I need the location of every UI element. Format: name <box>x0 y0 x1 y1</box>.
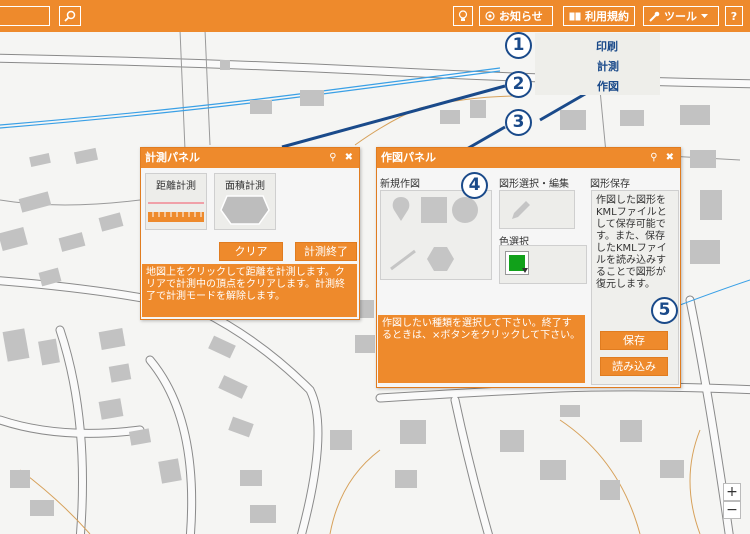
bulb-button[interactable] <box>453 6 473 26</box>
search-button[interactable] <box>59 6 81 26</box>
area-measure-tool[interactable]: 面積計測 <box>214 173 276 230</box>
edit-tool[interactable] <box>499 190 575 229</box>
help-button[interactable]: ? <box>725 6 743 26</box>
distance-measure-tool[interactable]: 距離計測 <box>145 173 207 230</box>
ruler-icon <box>148 202 204 222</box>
callout-1: 1 <box>505 32 532 59</box>
color-swatch-button[interactable] <box>505 251 529 275</box>
book-icon <box>569 12 581 20</box>
line-tool[interactable] <box>390 249 416 271</box>
notice-button[interactable]: お知らせ <box>479 6 553 26</box>
caret-down-icon <box>701 13 708 18</box>
pencil-icon <box>512 201 530 219</box>
distance-measure-label: 距離計測 <box>156 181 196 192</box>
load-button[interactable]: 読み込み <box>600 357 668 376</box>
save-info-text: 作図した図形をKMLファイルとして保存可能です。また、保存したKMLファイルを読… <box>596 195 667 290</box>
zoom-out-button[interactable]: − <box>723 501 741 519</box>
bulb-icon[interactable]: ⚲ <box>329 148 336 168</box>
tools-label: ツール <box>664 10 697 23</box>
shape-tool-grid <box>380 190 492 280</box>
menu-item-draw[interactable]: 作図 <box>597 78 619 94</box>
bulb-icon[interactable]: ⚲ <box>650 148 657 168</box>
callout-2: 2 <box>505 71 532 98</box>
menu-item-measure[interactable]: 計測 <box>597 58 619 74</box>
clear-button[interactable]: クリア <box>219 242 283 261</box>
notice-icon <box>485 11 495 21</box>
new-drawing-heading: 新規作図 <box>380 179 420 190</box>
search-icon <box>64 10 76 22</box>
circle-tool[interactable] <box>452 197 478 223</box>
bulb-icon <box>458 10 468 21</box>
measure-panel-header[interactable]: 計測パネル ⚲ ✖ <box>141 148 359 168</box>
color-picker-area <box>499 245 587 284</box>
end-measure-button[interactable]: 計測終了 <box>295 242 357 261</box>
search-input[interactable] <box>0 6 50 26</box>
draw-info-box: 作図したい種類を選択して下さい。終了するときは、×ボタンをクリックして下さい。 <box>378 315 585 383</box>
draw-panel-title: 作図パネル <box>381 151 436 164</box>
save-drawing-heading: 図形保存 <box>590 179 630 190</box>
rectangle-tool[interactable] <box>421 197 447 223</box>
point-tool[interactable] <box>392 197 410 221</box>
select-edit-heading: 図形選択・編集 <box>499 179 569 190</box>
pin-icon <box>392 197 410 221</box>
notice-label: お知らせ <box>499 10 543 23</box>
area-icon <box>220 195 270 225</box>
close-icon[interactable]: ✖ <box>666 148 674 168</box>
measure-panel-title: 計測パネル <box>145 151 200 164</box>
terms-button[interactable]: 利用規約 <box>563 6 635 26</box>
save-button[interactable]: 保存 <box>600 331 668 350</box>
tools-menu-button[interactable]: ツール <box>643 6 719 26</box>
callout-5: 5 <box>651 297 678 324</box>
polygon-tool[interactable] <box>427 247 454 271</box>
area-measure-label: 面積計測 <box>225 181 265 192</box>
terms-label: 利用規約 <box>585 10 629 23</box>
close-icon[interactable]: ✖ <box>345 148 353 168</box>
callout-4: 4 <box>461 172 488 199</box>
measure-info-box: 地図上をクリックして距離を計測します。クリアで計測中の頂点をクリアします。計測終… <box>142 264 357 317</box>
callout-3: 3 <box>505 109 532 136</box>
measure-panel: 計測パネル ⚲ ✖ 距離計測 面積計測 クリア 計測終了 地図上をクリックして距… <box>140 147 360 320</box>
triangle-down-icon <box>522 268 528 273</box>
zoom-in-button[interactable]: + <box>723 483 741 501</box>
help-icon: ? <box>730 9 738 23</box>
top-toolbar: お知らせ 利用規約 ツール ? <box>0 0 750 32</box>
draw-panel: 作図パネル ⚲ ✖ 新規作図 図形選択・編集 図形保存 色選択 作図した図形をK… <box>376 147 681 388</box>
menu-item-print[interactable]: 印刷 <box>596 38 618 54</box>
wrench-icon <box>649 11 660 22</box>
save-section: 作図した図形をKMLファイルとして保存可能です。また、保存したKMLファイルを読… <box>591 190 679 385</box>
draw-panel-header[interactable]: 作図パネル ⚲ ✖ <box>377 148 680 168</box>
